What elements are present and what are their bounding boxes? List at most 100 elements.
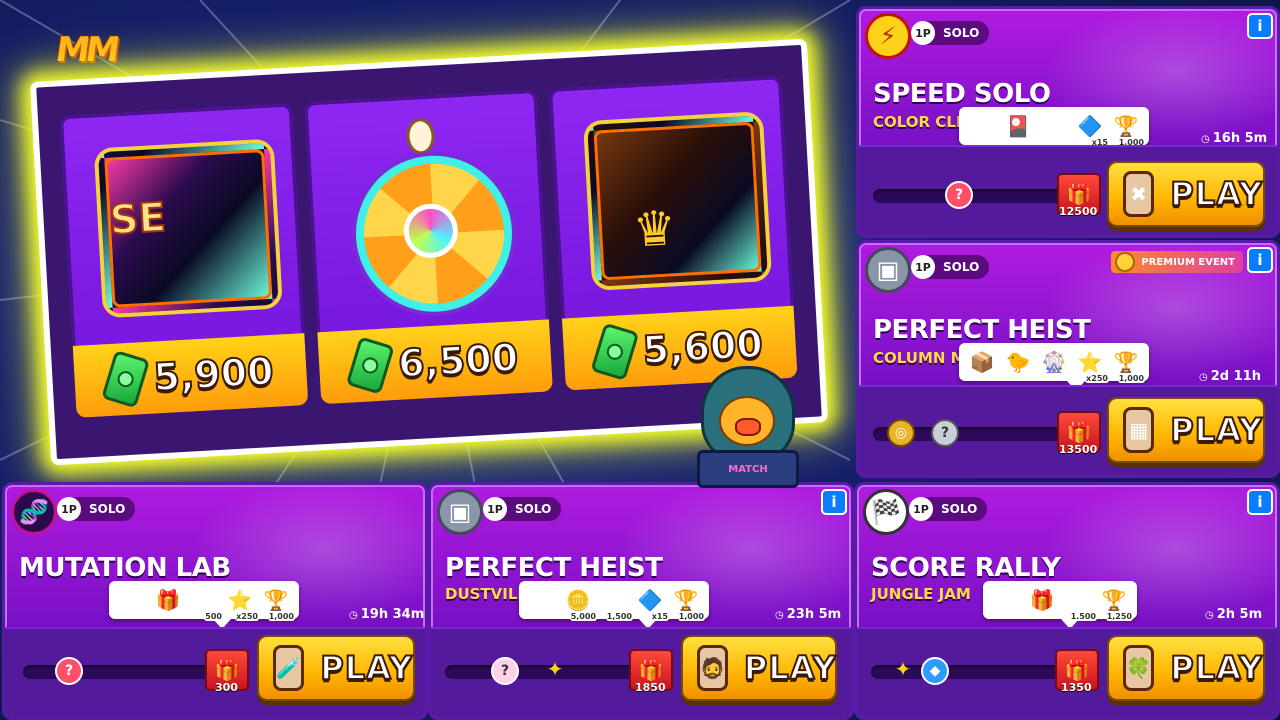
rewards-popup: 📦 🐤 🎡 ⭐ x250 🏆 1,000 — [959, 343, 1149, 391]
offer-price[interactable]: 6,500 — [317, 319, 553, 405]
play-label: PLAY — [319, 648, 413, 688]
mode-badge: 1P SOLO — [57, 497, 136, 521]
game-logo: MM — [53, 30, 119, 70]
dna-icon: 🧬 — [11, 489, 57, 535]
event-card-mutation-lab[interactable]: 🧬 1P SOLO MUTATION LAB 🃏 🎁 ⚡ 500 ⭐ x250 🏆 1,… — [2, 482, 428, 720]
se-chest-label: SE — [107, 194, 168, 245]
premium-icon — [1115, 252, 1136, 272]
event-title: PERFECT HEIST — [445, 553, 663, 583]
progress-track — [23, 665, 223, 679]
character-card-icon: 🐱 — [1043, 114, 1065, 138]
mystery-node-icon: ? — [491, 657, 519, 685]
mode-label: SOLO — [89, 502, 126, 516]
ticket-icon — [101, 350, 150, 409]
event-card-perfect-heist-dustvill[interactable]: ▣ 1P SOLO i PERFECT HEIST DUSTVILL 🃏 🪙 5,0… — [428, 482, 854, 720]
event-subtitle: JUNGLE JAM — [871, 585, 971, 603]
play-label: PLAY — [1169, 174, 1263, 214]
price-value: 5,600 — [640, 321, 764, 374]
event-timer: ◷ 16h 5m — [1201, 131, 1268, 146]
price-value: 5,900 — [151, 348, 275, 401]
ticket-icon — [590, 322, 640, 381]
lightning-icon: ⚡ 500 — [196, 588, 223, 621]
star-node-icon: ✦ — [546, 657, 564, 681]
lightning-icon: ⚡ 1,500 — [1069, 588, 1097, 621]
trophy-icon: 🏆 1,000 — [1113, 114, 1145, 147]
unknown-card-icon: 🃏 — [971, 114, 993, 138]
rewards-popup: 🃏 🪙 5,000 ⚡ 1,500 🔷 x15 🏆 1,000 — [519, 581, 709, 629]
token-icon: 🔷 x15 — [637, 588, 669, 621]
event-subtitle: DUSTVILL — [445, 585, 527, 603]
price-value: 6,500 — [396, 334, 520, 387]
gold-coins-icon: 🪙 5,000 — [565, 588, 597, 621]
offer-card-se-chest[interactable]: SE 5,900 — [59, 103, 309, 418]
rewards-popup: 🃏 🎁 ⚡ 500 ⭐ x250 🏆 1,000 — [109, 581, 299, 629]
player-count: 1P — [911, 21, 935, 45]
booster-icon: 🍀 — [1123, 645, 1155, 691]
lightning-icon: ⚡ 1,500 — [605, 588, 633, 621]
se-chest-icon: 🎁 — [155, 588, 181, 612]
goal-points: 13500 — [1059, 443, 1098, 456]
duck-icon: 🐤 — [1005, 350, 1031, 374]
ticket-icon — [345, 336, 395, 395]
crown-chest-icon — [587, 115, 768, 287]
play-button[interactable]: ▦ PLAY — [1107, 397, 1265, 463]
info-button[interactable]: i — [1247, 489, 1273, 515]
play-label: PLAY — [1169, 410, 1263, 450]
play-button[interactable]: 🧪 PLAY — [257, 635, 415, 701]
goal-points: 1350 — [1061, 681, 1092, 694]
lightning-icon: ⚡ — [865, 13, 911, 59]
mystery-node-icon: ? — [945, 181, 973, 209]
character-icon: 🧔 — [697, 645, 728, 691]
event-title: PERFECT HEIST — [873, 315, 1091, 345]
event-timer: ◷ 2h 5m — [1205, 607, 1263, 622]
event-card-score-rally[interactable]: 🏁 1P SOLO i SCORE RALLY JUNGLE JAM 🃏 🎁 ⚡ 1… — [854, 482, 1280, 720]
prize-wheel-icon — [351, 151, 517, 316]
offer-card-wheel[interactable]: 6,500 — [304, 89, 553, 405]
offer-price[interactable]: 5,900 — [72, 333, 309, 418]
chest-icon: 📦 — [969, 350, 995, 374]
crown-icon: ♛ — [631, 200, 678, 259]
event-card-speed-solo[interactable]: ⚡ 1P SOLO i SPEED SOLO COLOR CLIM 🃏 🎴 🐱 🔷… — [856, 6, 1280, 238]
gold-coins-icon: ◎ — [887, 419, 915, 447]
info-button[interactable]: i — [1247, 247, 1273, 273]
laptop-icon: MATCH — [697, 450, 799, 488]
trophy-icon: 🏆 1,000 — [1113, 350, 1145, 383]
mystery-node-icon: ? — [55, 657, 83, 685]
player-count: 1P — [483, 497, 507, 521]
info-button[interactable]: i — [1247, 13, 1273, 39]
play-button[interactable]: 🧔 PLAY — [681, 635, 837, 701]
rewards-popup: 🃏 🎴 🐱 🔷 x15 🏆 1,000 — [959, 107, 1149, 155]
play-button[interactable]: ✖ PLAY — [1107, 161, 1265, 227]
play-button[interactable]: 🍀 PLAY — [1107, 635, 1265, 701]
info-button[interactable]: i — [821, 489, 847, 515]
event-timer: ◷ 23h 5m — [775, 607, 842, 622]
event-title: SCORE RALLY — [871, 553, 1061, 583]
safe-icon: ▣ — [865, 247, 911, 293]
mode-label: SOLO — [943, 26, 980, 40]
safe-icon: ▣ — [437, 489, 483, 535]
se-chest-icon: 🎁 — [1029, 588, 1055, 612]
player-count: 1P — [57, 497, 81, 521]
unknown-card-icon: 🃏 — [995, 588, 1017, 612]
wheel-pin-icon — [405, 117, 436, 156]
unknown-card-icon: 🃏 — [531, 588, 553, 612]
play-label: PLAY — [743, 648, 837, 688]
booster-icon: ▦ — [1123, 407, 1155, 453]
ticket-node-icon: ◆ — [921, 657, 949, 685]
offer-card-crown-chest[interactable]: ♛ 5,600 — [549, 76, 798, 391]
mode-badge: 1P SOLO — [909, 497, 988, 521]
goal-points: 12500 — [1059, 205, 1098, 218]
event-timer: ◷ 19h 34m — [349, 607, 425, 622]
checkered-flag-icon: 🏁 — [863, 489, 909, 535]
trophy-icon: 🏆 1,250 — [1101, 588, 1133, 621]
event-timer: ◷ 2d 11h — [1199, 369, 1261, 384]
wheel-icon: 🎡 — [1041, 350, 1067, 374]
mascot-character: MATCH — [693, 366, 799, 488]
mode-label: SOLO — [515, 502, 552, 516]
player-count: 1P — [909, 497, 933, 521]
mode-badge: 1P SOLO — [483, 497, 562, 521]
mode-badge: 1P SOLO — [911, 21, 990, 45]
event-card-perfect-heist[interactable]: ▣ 1P SOLO PREMIUM EVENT i PERFECT HEIST C… — [856, 240, 1280, 478]
play-label: PLAY — [1169, 648, 1263, 688]
goal-points: 300 — [215, 681, 238, 694]
